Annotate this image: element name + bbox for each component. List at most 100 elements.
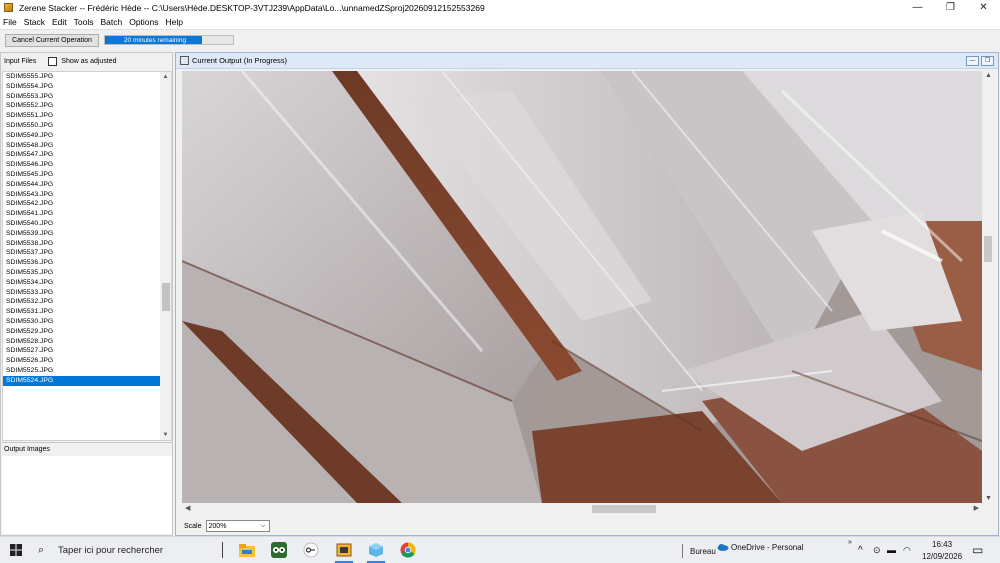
scale-row: Scale 200% ⌵: [176, 517, 996, 535]
file-list-item[interactable]: SDIM5548.JPG: [3, 141, 171, 151]
security-icon[interactable]: ⊙: [873, 545, 881, 556]
file-list-item[interactable]: SDIM5524.JPG: [3, 375, 171, 386]
file-list-item[interactable]: SDIM5530.JPG: [3, 317, 171, 327]
search-icon[interactable]: ⌕: [38, 544, 44, 557]
file-list-item[interactable]: SDIM5552.JPG: [3, 101, 171, 111]
cancel-operation-button[interactable]: Cancel Current Operation: [5, 34, 99, 47]
menu-batch[interactable]: Batch: [100, 17, 126, 27]
file-list-item[interactable]: SDIM5555.JPG: [3, 72, 171, 82]
input-file-list[interactable]: SDIM5555.JPG SDIM5554.JPG SDIM5553.JPG SDIM…: [2, 71, 172, 441]
file-list-item[interactable]: SDIM5543.JPG: [3, 190, 171, 200]
image-vscroll-thumb[interactable]: [984, 236, 992, 262]
scroll-down-icon[interactable]: ▼: [160, 430, 171, 440]
onedrive-icon: [717, 543, 729, 553]
viewer-minimize-button[interactable]: —: [966, 56, 979, 66]
file-list-item[interactable]: SDIM5547.JPG: [3, 150, 171, 160]
onedrive-label[interactable]: OneDrive - Personal: [731, 543, 803, 552]
scroll-left-icon[interactable]: ◀: [185, 504, 190, 512]
file-list-item[interactable]: SDIM5531.JPG: [3, 307, 171, 317]
windows-start-icon[interactable]: [10, 544, 22, 556]
3d-box-icon[interactable]: [365, 540, 387, 563]
file-list-item[interactable]: SDIM5554.JPG: [3, 82, 171, 92]
image-vertical-scrollbar[interactable]: ▲ ▼: [982, 71, 994, 503]
file-rows: SDIM5555.JPG SDIM5554.JPG SDIM5553.JPG SDIM…: [3, 72, 171, 386]
file-list-item[interactable]: SDIM5536.JPG: [3, 258, 171, 268]
tray-divider: [682, 544, 683, 558]
file-list-item[interactable]: SDIM5538.JPG: [3, 239, 171, 249]
show-adjusted-label: Show as adjusted: [61, 58, 117, 65]
output-viewer-panel: Current Output (In Progress) — ❐ ▲ ▼ ◀ ▶…: [175, 52, 999, 536]
scale-dropdown[interactable]: 200% ⌵: [205, 520, 270, 532]
file-list-item[interactable]: SDIM5550.JPG: [3, 121, 171, 131]
file-list-item[interactable]: SDIM5541.JPG: [3, 209, 171, 219]
left-panel: Input Files Show as adjusted SDIM5555.JP…: [0, 52, 173, 536]
menu-options[interactable]: Options: [129, 17, 162, 27]
notifications-icon[interactable]: ▭: [972, 543, 983, 557]
menu-help[interactable]: Help: [166, 17, 187, 27]
output-images-header: Output Images: [2, 442, 172, 456]
scroll-up-icon[interactable]: ▲: [160, 72, 171, 82]
close-button[interactable]: ✕: [967, 0, 1000, 15]
file-list-item[interactable]: SDIM5546.JPG: [3, 160, 171, 170]
chrome-icon[interactable]: [397, 540, 419, 560]
bureau-toolbar-label[interactable]: Bureau: [690, 547, 716, 556]
show-adjusted-checkbox[interactable]: [48, 57, 58, 66]
image-horizontal-scrollbar[interactable]: ◀ ▶: [182, 503, 982, 515]
windows-taskbar: ⌕ Taper ici pour rechercher Bureau OneDr…: [0, 536, 1000, 563]
file-list-item[interactable]: SDIM5551.JPG: [3, 111, 171, 121]
file-list-item[interactable]: SDIM5540.JPG: [3, 219, 171, 229]
battery-icon[interactable]: ▬: [887, 545, 896, 555]
file-list-item[interactable]: SDIM5542.JPG: [3, 199, 171, 209]
file-list-scrollbar[interactable]: ▲ ▼: [160, 72, 171, 440]
file-list-item[interactable]: SDIM5535.JPG: [3, 268, 171, 278]
viewer-controls: — ❐: [966, 56, 994, 66]
taskbar-search-input[interactable]: Taper ici pour rechercher: [58, 545, 163, 556]
scale-label: Scale: [184, 522, 202, 530]
menu-tools[interactable]: Tools: [74, 17, 98, 27]
file-list-item[interactable]: SDIM5527.JPG: [3, 346, 171, 356]
file-list-item[interactable]: SDIM5549.JPG: [3, 131, 171, 141]
viewer-maximize-button[interactable]: ❐: [981, 56, 994, 66]
file-list-item[interactable]: SDIM5529.JPG: [3, 327, 171, 337]
zerene-icon[interactable]: [333, 540, 355, 563]
file-list-item[interactable]: SDIM5528.JPG: [3, 337, 171, 347]
input-files-label: Input Files: [4, 58, 37, 65]
tray-expand-icon[interactable]: »: [848, 539, 852, 546]
file-explorer-icon[interactable]: [236, 540, 258, 560]
tripadvisor-icon[interactable]: [268, 540, 290, 560]
file-list-item[interactable]: SDIM5525.JPG: [3, 366, 171, 376]
scroll-thumb[interactable]: [162, 283, 170, 311]
file-list-item[interactable]: SDIM5537.JPG: [3, 248, 171, 258]
image-hscroll-thumb[interactable]: [592, 505, 656, 513]
scale-value: 200%: [208, 523, 227, 530]
maximize-button[interactable]: ❐: [934, 0, 967, 15]
menu-file[interactable]: File: [3, 17, 21, 27]
file-list-item[interactable]: SDIM5553.JPG: [3, 92, 171, 102]
scroll-up-icon[interactable]: ▲: [985, 72, 992, 79]
output-images-list[interactable]: [2, 456, 172, 534]
stacked-image[interactable]: [182, 71, 982, 503]
scroll-right-icon[interactable]: ▶: [974, 504, 979, 512]
minimize-button[interactable]: —: [901, 0, 934, 15]
progress-text: 20 minutes remaining: [123, 36, 187, 44]
zerene-app-icon: [4, 3, 13, 12]
clock-time[interactable]: 16:43: [932, 540, 952, 549]
progress-bar: 20 minutes remaining: [104, 35, 234, 45]
menu-stack[interactable]: Stack: [24, 17, 49, 27]
taskbar-divider: [222, 542, 223, 558]
wifi-icon[interactable]: ◠: [903, 545, 911, 556]
file-list-item[interactable]: SDIM5533.JPG: [3, 288, 171, 298]
window-title: Zerene Stacker -- Frédéric Hède -- C:\Us…: [19, 2, 485, 13]
window-controls: — ❐ ✕: [901, 0, 1000, 15]
menu-edit[interactable]: Edit: [52, 17, 71, 27]
file-list-item[interactable]: SDIM5539.JPG: [3, 229, 171, 239]
clock-date[interactable]: 12/09/2026: [922, 552, 962, 561]
scroll-down-icon[interactable]: ▼: [985, 495, 992, 502]
show-hidden-icons-icon[interactable]: ^: [858, 545, 863, 556]
file-list-item[interactable]: SDIM5545.JPG: [3, 170, 171, 180]
file-list-item[interactable]: SDIM5532.JPG: [3, 297, 171, 307]
keepass-icon[interactable]: [300, 540, 322, 560]
file-list-item[interactable]: SDIM5526.JPG: [3, 356, 171, 366]
file-list-item[interactable]: SDIM5544.JPG: [3, 180, 171, 190]
file-list-item[interactable]: SDIM5534.JPG: [3, 278, 171, 288]
